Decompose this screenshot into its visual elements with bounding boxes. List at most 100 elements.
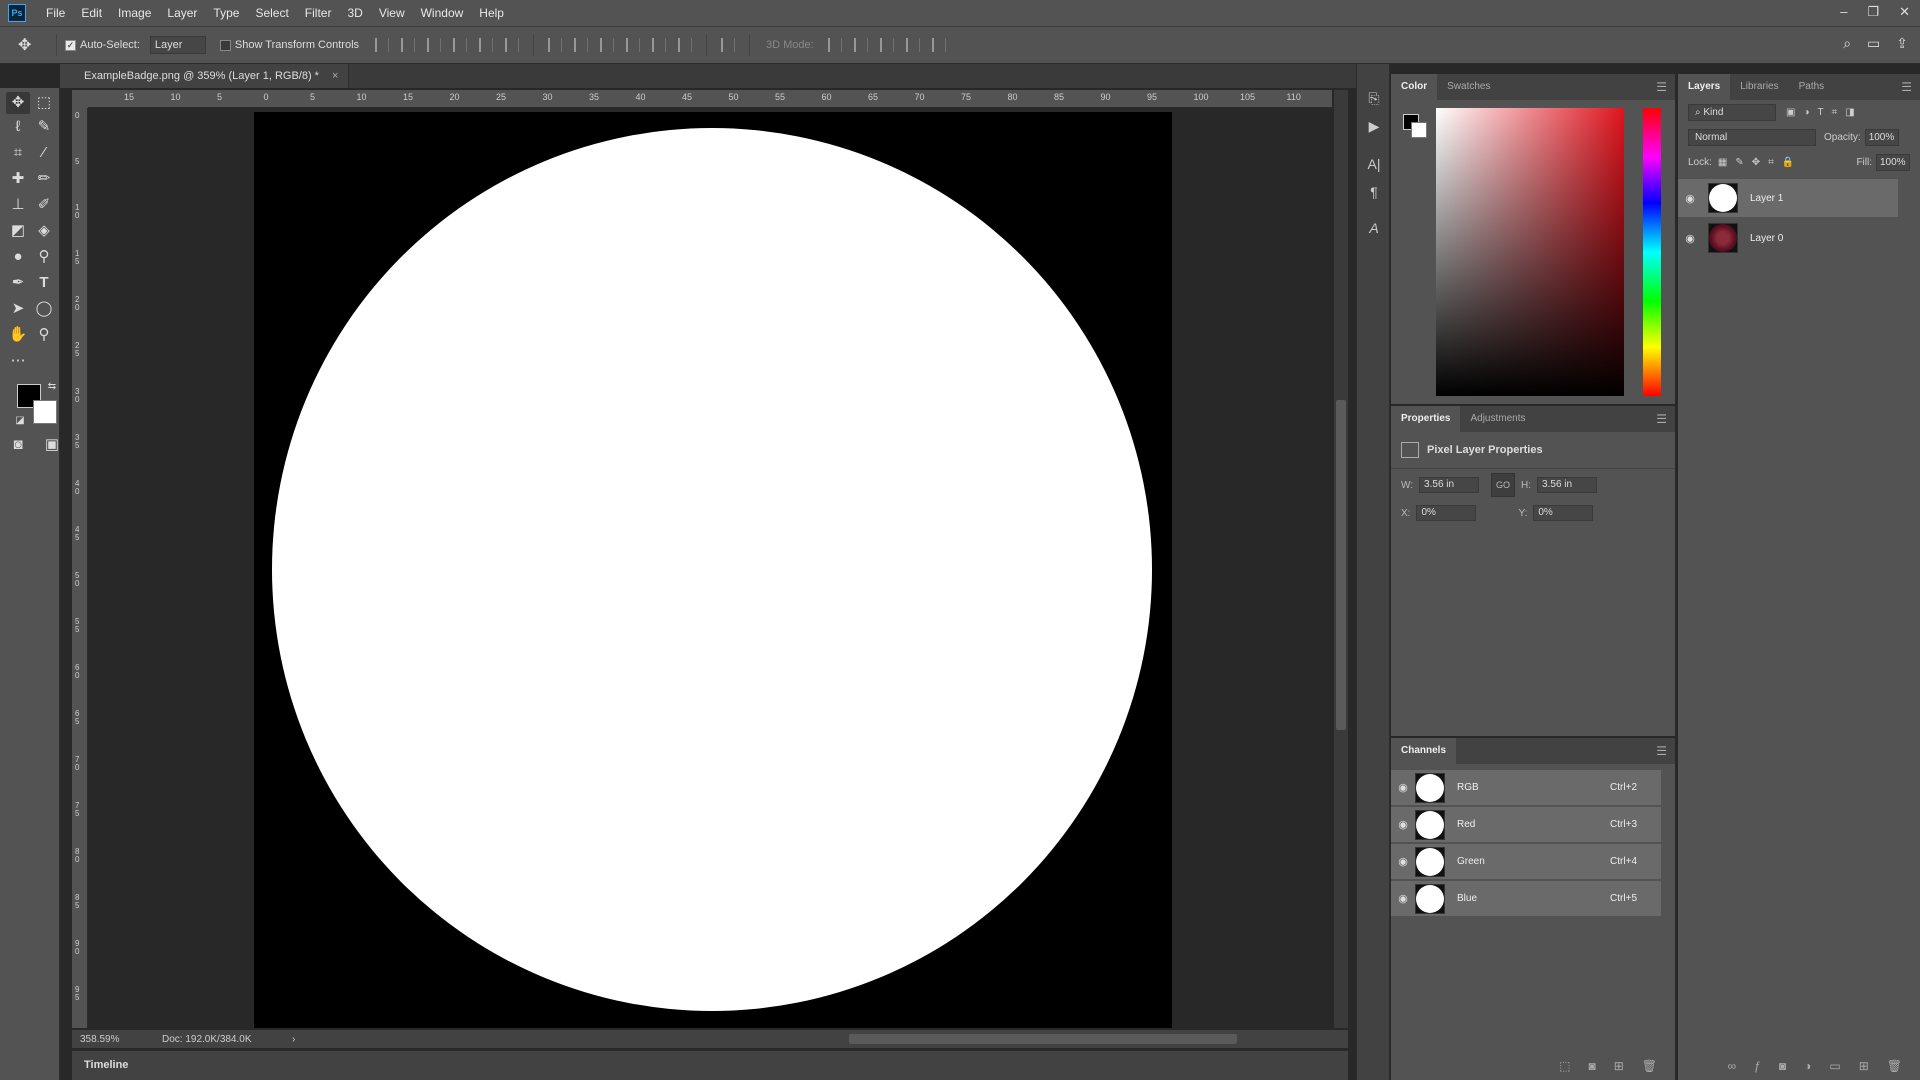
quick-mask-icon[interactable]: ◙ [6,434,30,456]
quick-select-tool-icon[interactable]: ✎ [32,116,56,138]
save-selection-icon[interactable]: ◙ [1588,1059,1595,1073]
eyedropper-tool-icon[interactable]: ⁄ [32,142,56,164]
background-color-swatch[interactable] [33,400,57,424]
default-colors-icon[interactable]: ◪ [8,410,32,432]
panel-menu-icon[interactable]: ☰ [1656,412,1667,426]
menu-select[interactable]: Select [247,0,296,26]
align-bottom-icon[interactable] [427,38,442,52]
lock-icons[interactable]: ▦✎✥⌗🔒 [1718,157,1802,168]
timeline-panel[interactable]: Timeline [72,1050,1348,1080]
layer-style-icon[interactable]: ƒ [1754,1059,1761,1073]
layer-mask-icon[interactable]: ◙ [1779,1059,1786,1073]
fill-field[interactable]: 100% [1876,154,1910,171]
canvas-area[interactable] [88,108,1332,1028]
tab-color[interactable]: Color [1391,74,1438,100]
paragraph-icon[interactable]: ¶ [1365,184,1383,202]
path-select-icon[interactable]: ➤ [6,298,30,320]
restore-button[interactable]: ❐ [1867,0,1879,24]
visibility-eye-icon[interactable]: ◉ [1391,781,1415,794]
zoom-tool-icon[interactable]: ⚲ [32,324,56,346]
distribute-top-icon[interactable] [548,38,563,52]
menu-type[interactable]: Type [205,0,247,26]
visibility-eye-icon[interactable]: ◉ [1391,855,1415,868]
crop-tool-icon[interactable]: ⌗ [6,142,30,164]
layer-row-layer1[interactable]: ◉ Layer 1 [1678,179,1898,217]
character-icon[interactable]: A| [1365,156,1383,174]
delete-layer-icon[interactable]: 🗑 [1887,1059,1902,1073]
tab-properties[interactable]: Properties [1391,406,1461,432]
show-transform-checkbox[interactable] [219,39,231,51]
lasso-tool-icon[interactable]: ℓ [6,116,30,138]
close-button[interactable]: ✕ [1899,0,1910,24]
minimize-button[interactable]: – [1840,0,1847,24]
auto-align-icon[interactable] [721,38,736,52]
delete-channel-icon[interactable]: 🗑 [1642,1059,1657,1073]
y-field[interactable]: 0% [1533,505,1594,521]
vertical-scroll-thumb[interactable] [1336,400,1346,730]
opacity-field[interactable]: 100% [1864,129,1899,146]
distribute-hcenter-icon[interactable] [652,38,667,52]
menu-edit[interactable]: Edit [73,0,110,26]
load-selection-icon[interactable]: ⬚ [1559,1059,1570,1073]
distribute-vcenter-icon[interactable] [574,38,589,52]
layer-row-layer0[interactable]: ◉ Layer 0 [1678,219,1898,257]
menu-help[interactable]: Help [471,0,512,26]
ellipse-tool-icon[interactable]: ◯ [32,298,56,320]
more-tools-icon[interactable]: ⋯ [6,350,30,372]
move-tool-icon[interactable]: ✥ [6,92,30,114]
blur-tool-icon[interactable]: ● [6,246,30,268]
channel-row-blue[interactable]: ◉ Blue Ctrl+5 [1391,881,1661,917]
visibility-eye-icon[interactable]: ◉ [1678,192,1702,205]
zoom-level[interactable]: 358.59% [72,1034,142,1045]
workspace-icon[interactable]: ▭ [1867,35,1880,52]
new-group-icon[interactable]: ▭ [1829,1059,1840,1073]
distribute-left-icon[interactable] [626,38,641,52]
menu-window[interactable]: Window [413,0,472,26]
color-background-swatch[interactable] [1411,122,1427,138]
document-canvas[interactable] [254,112,1172,1028]
menu-image[interactable]: Image [110,0,159,26]
paint-bucket-icon[interactable]: ◈ [32,220,56,242]
visibility-eye-icon[interactable]: ◉ [1678,232,1702,245]
healing-brush-icon[interactable]: ✚ [6,168,30,190]
color-field[interactable] [1436,108,1624,396]
tab-layers[interactable]: Layers [1678,74,1731,100]
document-tab[interactable]: ExampleBadge.png @ 359% (Layer 1, RGB/8)… [60,64,350,88]
panel-menu-icon[interactable]: ☰ [1656,744,1667,758]
link-layers-icon[interactable]: ∞ [1728,1059,1737,1073]
new-layer-icon[interactable]: ⊞ [1859,1059,1869,1073]
search-icon[interactable]: ⌕ [1843,35,1851,52]
brush-tool-icon[interactable]: ✏ [32,168,56,190]
align-left-icon[interactable] [453,38,468,52]
filter-kind-dropdown[interactable]: ⌕ Kind [1688,104,1776,121]
auto-select-checkbox[interactable]: ✓ [65,39,76,51]
height-field[interactable]: 3.56 in [1537,477,1598,493]
type-tool-icon[interactable]: T [32,272,56,294]
tab-paths[interactable]: Paths [1789,74,1835,100]
glyphs-icon[interactable]: A [1365,220,1383,238]
history-icon[interactable]: ⎘ [1365,90,1383,108]
share-icon[interactable]: ⇪ [1896,35,1908,52]
channel-row-red[interactable]: ◉ Red Ctrl+3 [1391,807,1661,843]
align-vcenter-icon[interactable] [401,38,416,52]
distribute-bottom-icon[interactable] [600,38,615,52]
visibility-eye-icon[interactable]: ◉ [1391,818,1415,831]
marquee-tool-icon[interactable]: ⬚ [32,92,56,114]
hue-slider[interactable] [1643,108,1661,396]
dodge-tool-icon[interactable]: ⚲ [32,246,56,268]
horizontal-scrollbar[interactable] [295,1030,1348,1048]
hand-tool-icon[interactable]: ✋ [6,324,30,346]
tab-channels[interactable]: Channels [1391,738,1457,764]
close-tab-icon[interactable]: × [332,70,338,82]
menu-file[interactable]: File [38,0,73,26]
eraser-tool-icon[interactable]: ◩ [6,220,30,242]
align-right-icon[interactable] [505,38,520,52]
panel-menu-icon[interactable]: ☰ [1656,80,1667,94]
adjustment-layer-icon[interactable]: ◑ [1804,1059,1811,1073]
visibility-eye-icon[interactable]: ◉ [1391,892,1415,905]
filter-icons[interactable]: ▣◑T⌗◨ [1786,107,1863,118]
tab-adjustments[interactable]: Adjustments [1460,406,1535,432]
tab-libraries[interactable]: Libraries [1730,74,1788,100]
blend-mode-dropdown[interactable]: Normal [1688,129,1816,146]
new-channel-icon[interactable]: ⊞ [1614,1059,1624,1073]
